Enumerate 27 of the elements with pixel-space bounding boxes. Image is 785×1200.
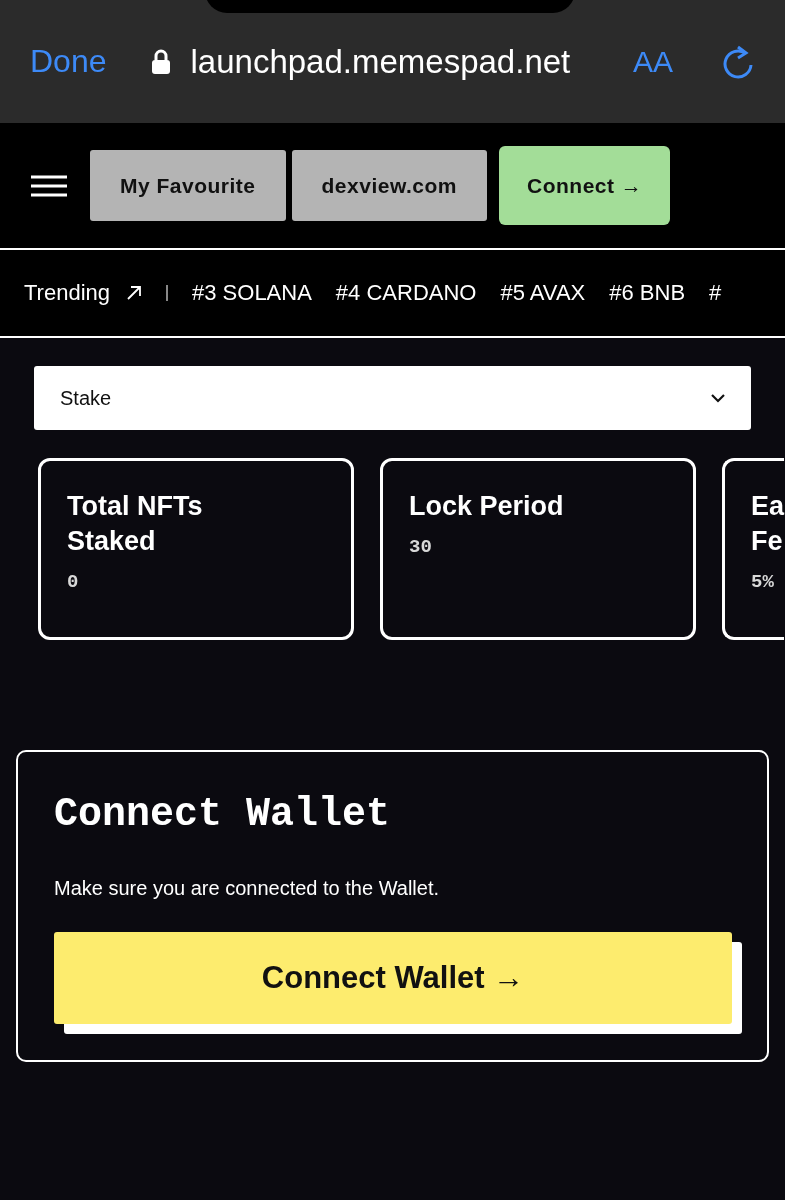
connect-button[interactable]: Connect →: [499, 146, 671, 225]
nav-button[interactable]: My Favourite: [90, 150, 286, 221]
wallet-title: Connect Wallet: [54, 792, 392, 837]
chevron-down-icon: [711, 393, 725, 403]
nav-button[interactable]: dexview.com: [291, 150, 487, 221]
trending-item[interactable]: #: [709, 280, 722, 306]
url-text[interactable]: launchpad.memespad.net: [190, 42, 613, 81]
wallet-text: Make sure you are connected to the Wallet.: [54, 877, 441, 900]
lock-icon: [150, 48, 171, 75]
trending-label[interactable]: Trending: [24, 280, 110, 306]
stat-value: 30: [409, 536, 433, 558]
stat-title: Total NFTs Staked: [67, 490, 204, 558]
menu-icon[interactable]: [30, 174, 68, 197]
divider-icon: [166, 285, 168, 301]
stat-value: 0: [67, 571, 80, 593]
reload-icon[interactable]: [723, 43, 755, 80]
done-link[interactable]: Done: [30, 43, 107, 80]
stat-title: Ea Fe: [751, 490, 784, 558]
trending-item[interactable]: #6 BNB: [609, 280, 686, 306]
arrow-up-right-icon: [126, 285, 142, 301]
trending-item[interactable]: #4 CARDANO: [335, 280, 477, 306]
text-size-button[interactable]: AA: [632, 44, 673, 79]
stat-value: 5%: [751, 571, 775, 593]
stat-title: Lock Period: [409, 490, 565, 523]
stake-select[interactable]: Stake: [34, 366, 751, 430]
trending-item[interactable]: #5 AVAX: [500, 280, 586, 306]
trending-item[interactable]: #3 SOLANA: [192, 280, 312, 306]
